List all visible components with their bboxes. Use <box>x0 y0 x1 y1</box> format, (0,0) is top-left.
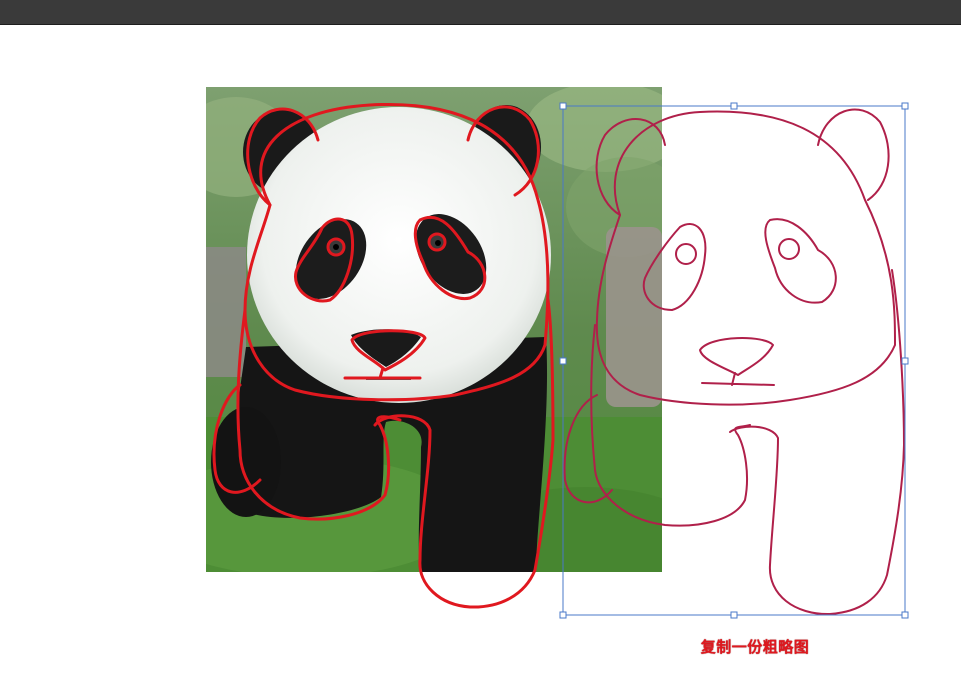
panda-reference-photo[interactable] <box>206 87 662 572</box>
panda-photo-art <box>206 87 662 572</box>
caption-text: 复制一份粗略图 <box>700 638 810 656</box>
window-top-bar <box>0 0 961 25</box>
